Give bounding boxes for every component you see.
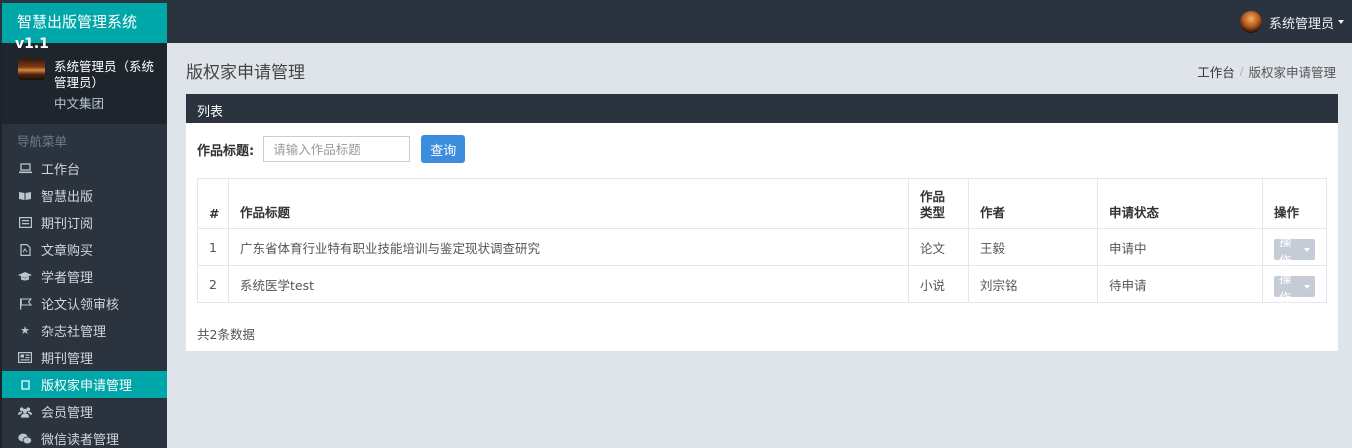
row-type: 论文 bbox=[908, 228, 969, 266]
graduation-cap-icon bbox=[18, 271, 32, 283]
user-avatar bbox=[18, 58, 45, 80]
breadcrumb-home-link[interactable]: 工作台 bbox=[1197, 62, 1235, 81]
breadcrumb-current: 版权家申请管理 bbox=[1248, 65, 1336, 80]
applications-table: # 作品标题 作品 类型 作者 申请状态 操作 1 广东省体育行业特有职业技能培… bbox=[197, 178, 1327, 305]
row-action-dropdown-button[interactable]: 操作 bbox=[1274, 234, 1315, 268]
row-action-label: 操作 bbox=[1279, 270, 1292, 305]
app-version: v1.1 bbox=[15, 36, 49, 52]
user-org: 中文集团 bbox=[54, 96, 105, 111]
row-author: 王毅 bbox=[968, 228, 1098, 266]
avatar bbox=[1239, 11, 1262, 33]
column-header-title: 作品标题 bbox=[228, 178, 909, 229]
sidebar-item-journal-management[interactable]: 期刊管理 bbox=[2, 344, 167, 371]
wechat-icon bbox=[18, 433, 32, 445]
square-icon bbox=[18, 379, 32, 391]
user-menu-label: 系统管理员 bbox=[1268, 16, 1334, 32]
column-header-index: # bbox=[197, 178, 229, 229]
sidebar-item-label: 工作台 bbox=[41, 163, 81, 178]
row-action-cell: 操作 bbox=[1262, 265, 1327, 305]
star-icon: ★ bbox=[20, 324, 30, 337]
row-status: 申请中 bbox=[1097, 228, 1263, 266]
caret-down-icon bbox=[1304, 284, 1310, 289]
row-author: 刘宗铭 bbox=[968, 265, 1098, 303]
total-count: 共2条数据 bbox=[197, 327, 255, 342]
app-title: 智慧出版管理系统 bbox=[17, 13, 138, 31]
row-action-cell: 操作 bbox=[1262, 228, 1327, 268]
sidebar-item-label: 微信读者管理 bbox=[41, 433, 120, 448]
laptop-icon bbox=[18, 163, 32, 175]
row-index: 1 bbox=[197, 228, 229, 266]
title-search-input[interactable] bbox=[263, 136, 411, 162]
search-label: 作品标题: bbox=[197, 143, 255, 159]
caret-down-icon bbox=[1338, 20, 1344, 24]
sidebar-item-label: 会员管理 bbox=[41, 406, 94, 421]
sidebar-item-workbench[interactable]: 工作台 bbox=[2, 155, 167, 182]
flag-icon bbox=[18, 297, 32, 310]
sidebar-item-label: 版权家申请管理 bbox=[41, 379, 133, 394]
sidebar-item-scholar-management[interactable]: 学者管理 bbox=[2, 263, 167, 290]
user-menu[interactable]: 系统管理员 bbox=[1239, 11, 1344, 33]
sidebar-item-copyright-application[interactable]: 版权家申请管理 bbox=[2, 371, 167, 398]
user-name: 系统管理员（系统管理员） bbox=[54, 59, 155, 90]
column-header-type-line1: 作品 bbox=[920, 189, 946, 204]
column-header-status: 申请状态 bbox=[1097, 178, 1263, 229]
newspaper-icon bbox=[18, 352, 32, 364]
file-pdf-icon bbox=[18, 243, 32, 256]
users-icon bbox=[18, 406, 32, 418]
table-header-row: # 作品标题 作品 类型 作者 申请状态 操作 bbox=[197, 178, 1327, 229]
panel-title: 列表 bbox=[186, 94, 1338, 123]
sidebar-item-label: 智慧出版 bbox=[41, 190, 94, 205]
sidebar-item-label: 论文认领审核 bbox=[41, 298, 120, 313]
nav-header: 导航菜单 bbox=[17, 134, 68, 149]
column-header-author: 作者 bbox=[968, 178, 1098, 229]
table-row: 2 系统医学test 小说 刘宗铭 待申请 操作 bbox=[197, 265, 1327, 305]
row-type: 小说 bbox=[908, 265, 969, 303]
user-panel: 系统管理员（系统管理员） 中文集团 bbox=[2, 43, 167, 124]
list-panel: 列表 作品标题: 查询 # 作品标题 作品 类型 作者 申请状态 操作 1 广东… bbox=[186, 94, 1338, 351]
row-title: 系统医学test bbox=[228, 265, 909, 303]
row-action-label: 操作 bbox=[1279, 233, 1292, 268]
breadcrumb-separator: / bbox=[1239, 65, 1244, 78]
sidebar-item-paper-claim-review[interactable]: 论文认领审核 bbox=[2, 290, 167, 317]
sidebar-item-member-management[interactable]: 会员管理 bbox=[2, 398, 167, 425]
top-navbar: 智慧出版管理系统 系统管理员 bbox=[0, 0, 1352, 43]
sidebar-item-label: 期刊管理 bbox=[41, 352, 94, 367]
sidebar-item-journal-subscription[interactable]: 期刊订阅 bbox=[2, 209, 167, 236]
page-title: 版权家申请管理 bbox=[186, 63, 305, 83]
sidebar-nav: 工作台 智慧出版 期刊订阅 文章购买 学者管理 论文认领审核 ★ 杂志社管理 期 bbox=[2, 155, 167, 448]
sidebar-item-label: 学者管理 bbox=[41, 271, 94, 286]
sidebar-item-label: 期刊订阅 bbox=[41, 217, 94, 232]
query-button[interactable]: 查询 bbox=[421, 135, 466, 163]
sidebar-item-article-purchase[interactable]: 文章购买 bbox=[2, 236, 167, 263]
row-index: 2 bbox=[197, 265, 229, 303]
row-action-dropdown-button[interactable]: 操作 bbox=[1274, 271, 1315, 305]
sidebar-item-label: 杂志社管理 bbox=[41, 325, 107, 340]
book-open-icon bbox=[18, 190, 32, 202]
row-title: 广东省体育行业特有职业技能培训与鉴定现状调查研究 bbox=[228, 228, 909, 266]
breadcrumb: 工作台 / 版权家申请管理 bbox=[1197, 62, 1336, 81]
column-header-action: 操作 bbox=[1262, 178, 1327, 229]
sidebar-item-label: 文章购买 bbox=[41, 244, 94, 259]
sidebar: 系统管理员（系统管理员） 中文集团 导航菜单 工作台 智慧出版 期刊订阅 文章购… bbox=[0, 43, 167, 448]
column-header-type-line2: 类型 bbox=[920, 205, 946, 220]
row-status: 待申请 bbox=[1097, 265, 1263, 303]
list-alt-icon bbox=[18, 217, 32, 229]
column-header-type: 作品 类型 bbox=[908, 178, 969, 229]
table-row: 1 广东省体育行业特有职业技能培训与鉴定现状调查研究 论文 王毅 申请中 操作 bbox=[197, 228, 1327, 268]
sidebar-item-magazine-management[interactable]: ★ 杂志社管理 bbox=[2, 317, 167, 344]
caret-down-icon bbox=[1304, 247, 1310, 252]
sidebar-item-smart-publishing[interactable]: 智慧出版 bbox=[2, 182, 167, 209]
sidebar-item-wechat-reader-management[interactable]: 微信读者管理 bbox=[2, 425, 167, 448]
search-form: 作品标题: 查询 bbox=[197, 135, 466, 163]
